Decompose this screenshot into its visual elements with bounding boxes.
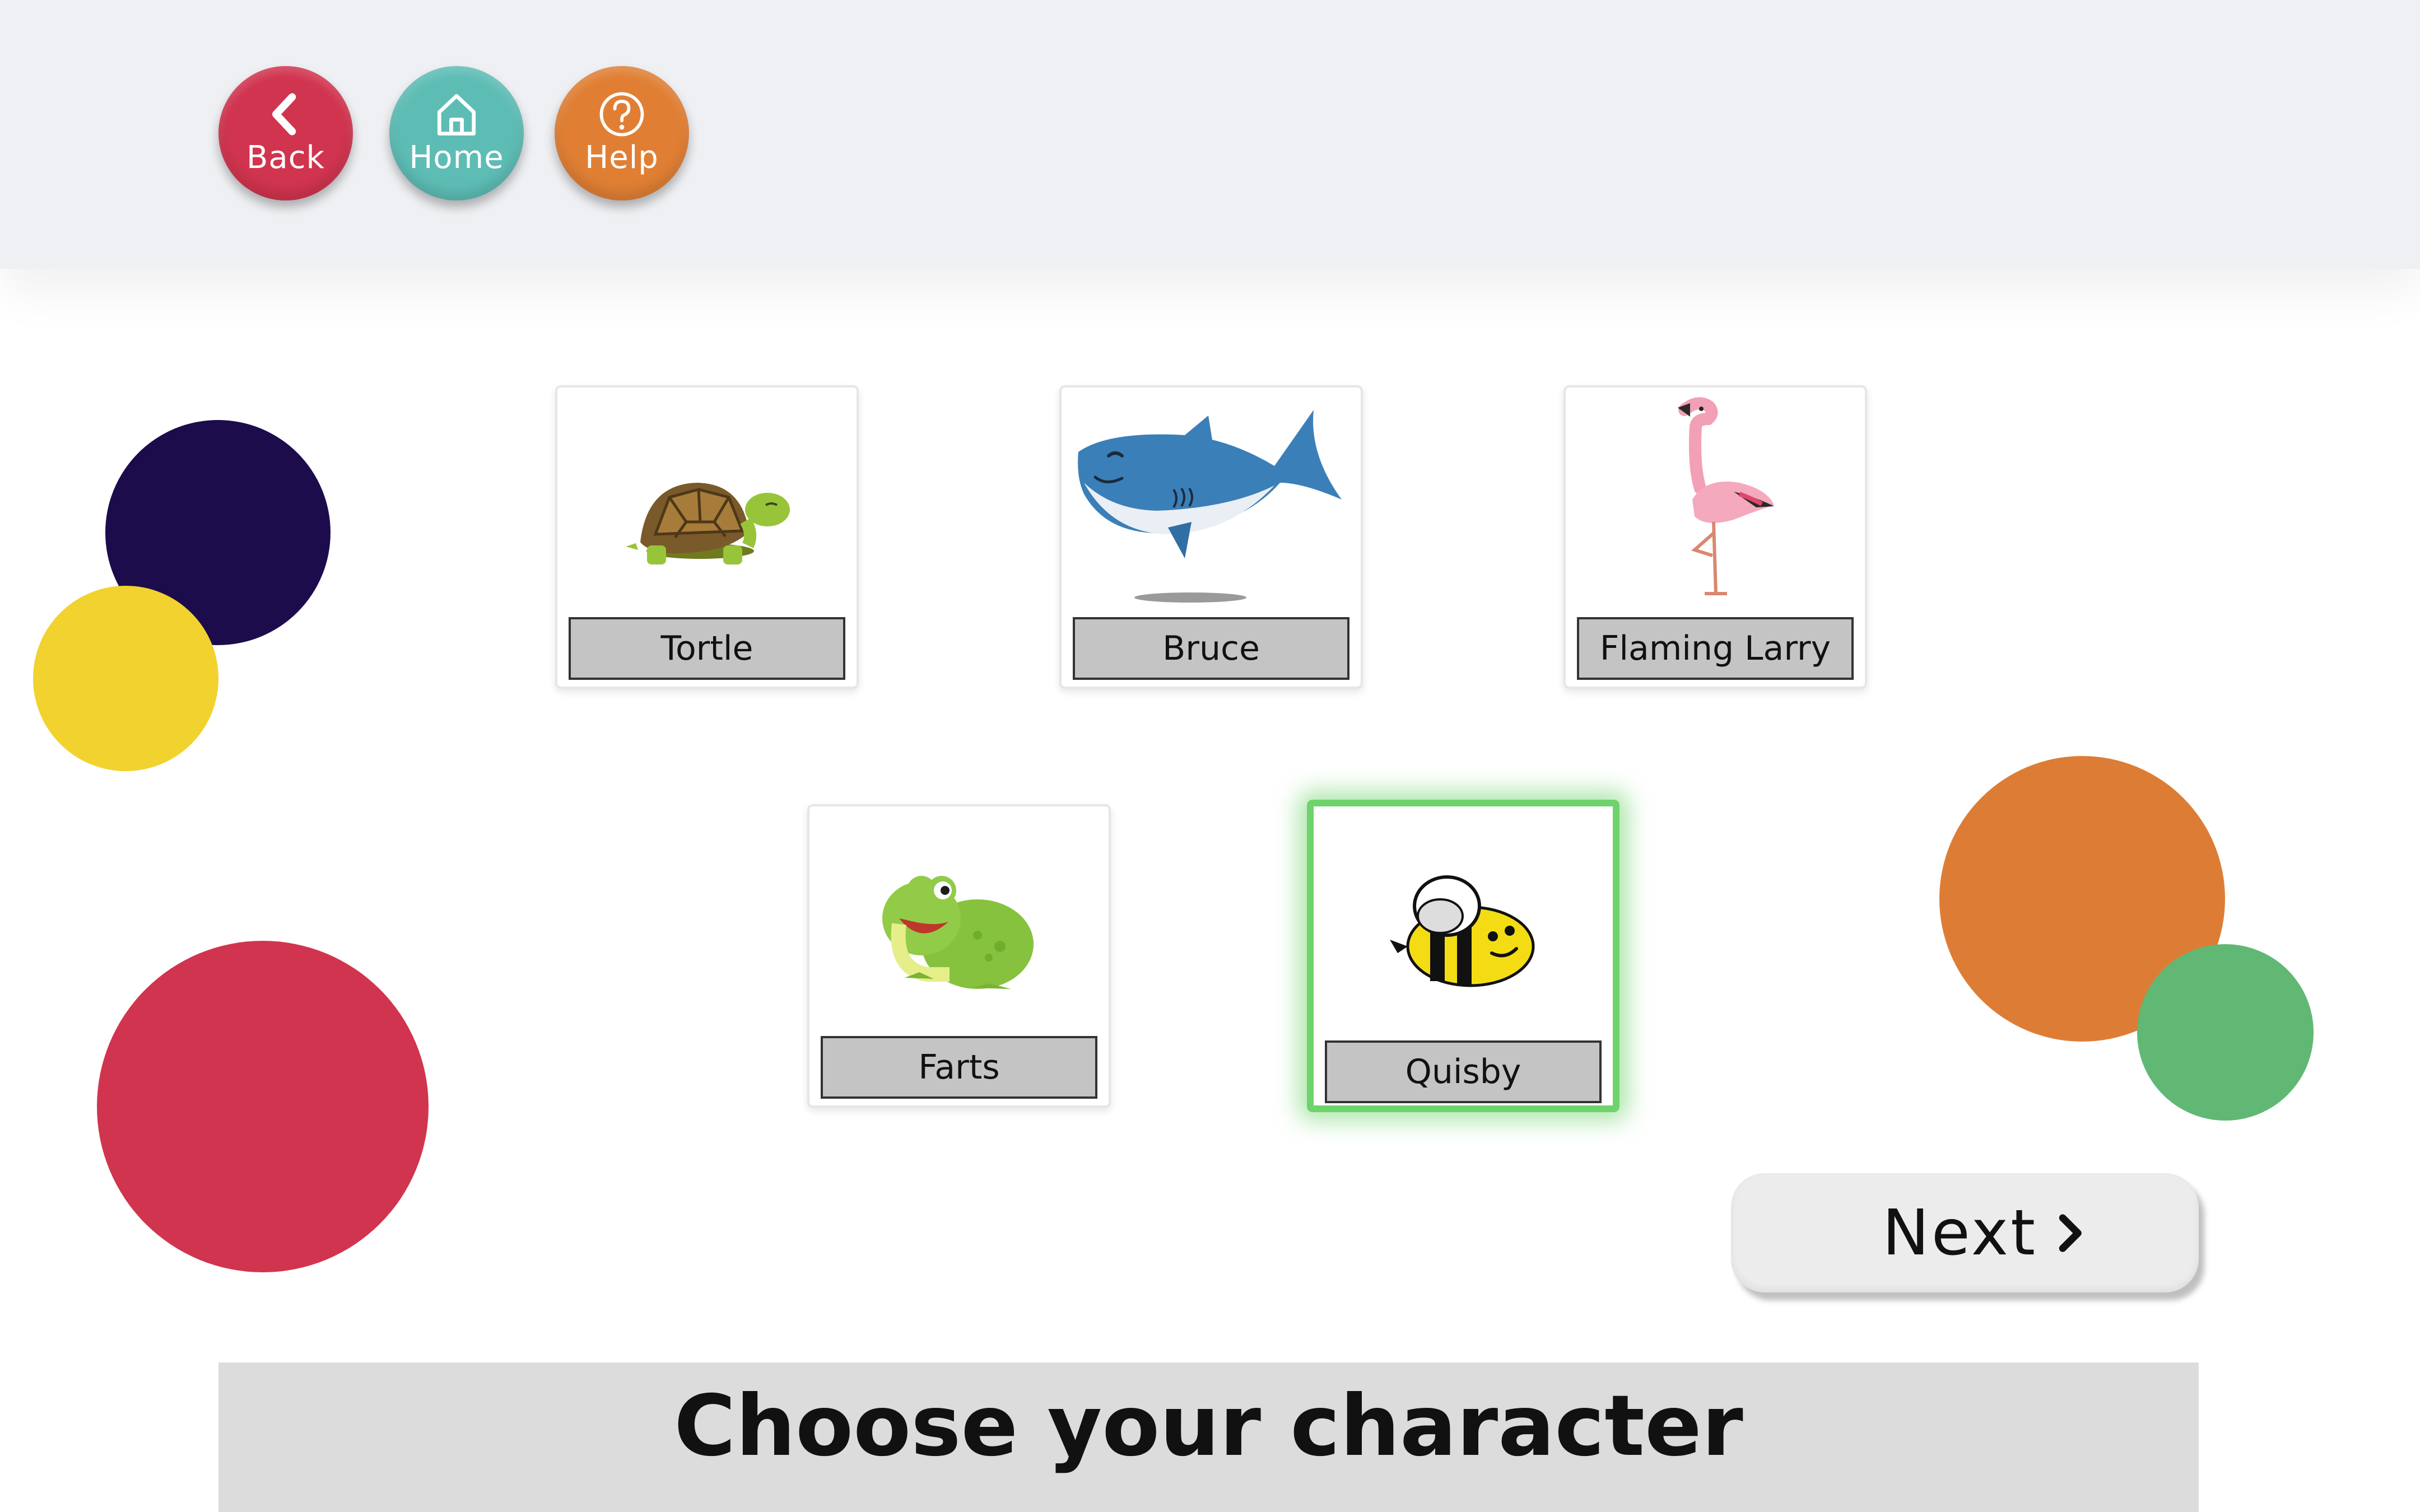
- decor-circle-yellow: [33, 586, 218, 771]
- character-card-farts[interactable]: Farts: [807, 804, 1111, 1108]
- frog-icon: [882, 876, 1034, 989]
- flamingo-icon: [1678, 397, 1774, 595]
- character-card-quisby[interactable]: Quisby: [1307, 800, 1619, 1112]
- next-button[interactable]: Next: [1731, 1173, 2199, 1292]
- character-name: Farts: [821, 1036, 1097, 1099]
- character-name: Quisby: [1325, 1040, 1602, 1103]
- page-title: Choose your character: [674, 1377, 1743, 1475]
- help-button[interactable]: Help: [555, 66, 689, 200]
- character-card-flaming-larry[interactable]: Flaming Larry: [1563, 385, 1867, 689]
- question-circle-icon: [599, 92, 644, 137]
- back-label: Back: [246, 139, 325, 176]
- shark-icon: [1078, 410, 1342, 603]
- home-icon: [437, 94, 476, 136]
- help-label: Help: [585, 139, 659, 176]
- character-name: Bruce: [1073, 617, 1349, 680]
- character-card-tortle[interactable]: Tortle: [555, 385, 859, 689]
- decor-circle-green: [2137, 944, 2314, 1121]
- decor-circle-red: [97, 941, 429, 1272]
- home-label: Home: [409, 139, 504, 176]
- top-toolbar: [0, 0, 2420, 269]
- turtle-icon: [626, 483, 790, 564]
- bee-icon: [1390, 875, 1535, 987]
- next-label: Next: [1882, 1196, 2037, 1270]
- character-name: Tortle: [569, 617, 845, 680]
- chevron-right-icon: [2059, 1214, 2082, 1252]
- character-card-bruce[interactable]: Bruce: [1059, 385, 1363, 689]
- home-button[interactable]: Home: [389, 66, 524, 200]
- instruction-banner: Choose your character: [218, 1362, 2199, 1512]
- chevron-left-icon: [272, 93, 296, 136]
- back-button[interactable]: Back: [218, 66, 353, 200]
- character-name: Flaming Larry: [1577, 617, 1854, 680]
